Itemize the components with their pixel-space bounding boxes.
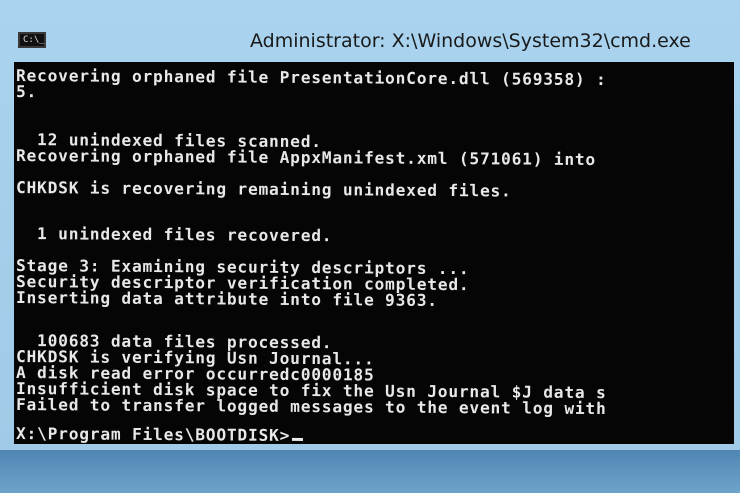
- console-icon[interactable]: C:\_: [18, 32, 46, 48]
- desktop-background: [0, 450, 740, 493]
- console-line: CHKDSK is recovering remaining unindexed…: [15, 178, 512, 201]
- command-prompt: X:\Program Files\BOOTDISK>: [15, 424, 291, 444]
- console-line: Inserting data attribute into file 9363.: [15, 288, 438, 310]
- cmd-window: C:\_ Administrator: X:\Windows\System32\…: [0, 0, 740, 450]
- window-title: Administrator: X:\Windows\System32\cmd.e…: [250, 30, 691, 52]
- text-cursor: [292, 437, 304, 442]
- console-line: Recovering orphaned file PresentationCor…: [15, 66, 607, 90]
- console-line: Failed to transfer logged messages to th…: [15, 395, 607, 419]
- title-bar[interactable]: C:\_ Administrator: X:\Windows\System32\…: [0, 0, 740, 62]
- console-line: Recovering orphaned file AppxManifest.xm…: [15, 146, 597, 170]
- prompt-line[interactable]: X:\Program Files\BOOTDISK>: [15, 424, 304, 444]
- console-line: 5.: [15, 82, 38, 102]
- console-icon-glyph: C:\_: [23, 35, 45, 45]
- console-output[interactable]: Recovering orphaned file PresentationCor…: [14, 62, 734, 444]
- console-line: 1 unindexed files recovered.: [15, 224, 333, 246]
